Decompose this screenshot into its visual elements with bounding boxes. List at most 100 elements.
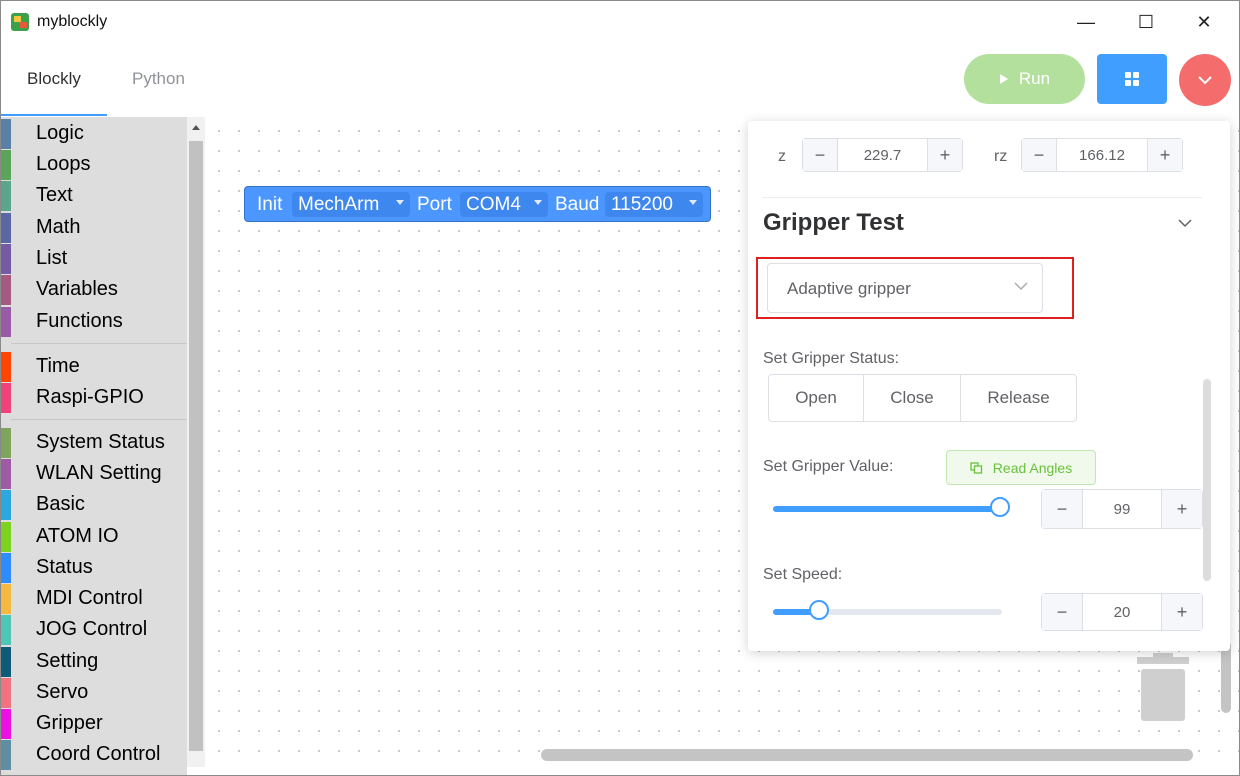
gripper-value-input[interactable]: 99: [1082, 490, 1162, 528]
toolbox-category-wlan-setting[interactable]: WLAN Setting: [1, 459, 187, 489]
category-color-bar: [1, 615, 11, 645]
port-value: COM4: [466, 194, 521, 215]
toolbox-category-list[interactable]: List: [1, 244, 187, 274]
port-dropdown[interactable]: COM4: [460, 192, 548, 217]
category-label: Time: [36, 355, 80, 377]
rz-label: rz: [994, 148, 1008, 165]
arm-dropdown[interactable]: MechArm: [292, 192, 410, 217]
app-window: myblockly — ☐ ✕ Blockly Python Run Logic…: [0, 0, 1240, 776]
z-value[interactable]: 229.7: [837, 139, 928, 171]
z-label: z: [778, 148, 786, 165]
toolbox-category-gripper[interactable]: Gripper: [1, 709, 187, 739]
category-label: Gripper: [36, 712, 103, 734]
category-color-bar: [1, 678, 11, 708]
category-label: JOG Control: [36, 618, 148, 640]
toolbox-category-setting[interactable]: Setting: [1, 647, 187, 677]
workspace-horizontal-scrollbar[interactable]: [541, 749, 1193, 761]
category-label: System Status: [36, 431, 165, 453]
slider-handle[interactable]: [989, 497, 1010, 517]
gripper-value-slider[interactable]: [773, 497, 1010, 517]
maximize-button[interactable]: ☐: [1123, 7, 1169, 37]
category-color-bar: [1, 383, 11, 413]
trash-can-icon[interactable]: [1137, 653, 1189, 723]
toolbox-category-raspi-gpio[interactable]: Raspi-GPIO: [1, 383, 187, 413]
category-label: Coord Control: [36, 743, 161, 765]
copy-icon: [970, 461, 982, 474]
z-decrement-button[interactable]: −: [803, 139, 838, 171]
gripper-value-stepper[interactable]: − 99 +: [1041, 489, 1203, 529]
toolbox-category-mdi-control[interactable]: MDI Control: [1, 584, 187, 614]
speed-slider[interactable]: [773, 600, 1002, 620]
toolbox-category-jog-control[interactable]: JOG Control: [1, 615, 187, 645]
grid-button[interactable]: [1097, 54, 1167, 104]
rz-stepper[interactable]: − 166.12 +: [1021, 138, 1183, 172]
run-button[interactable]: Run: [964, 54, 1085, 104]
gripper-decrement-button[interactable]: −: [1042, 490, 1083, 528]
toolbox-category-atom-io[interactable]: ATOM IO: [1, 522, 187, 552]
speed-value-input[interactable]: 20: [1082, 594, 1162, 630]
speed-label: Set Speed:: [763, 566, 843, 583]
category-color-bar: [1, 459, 11, 489]
gripper-status-label: Set Gripper Status:: [763, 350, 900, 367]
category-color-bar: [1, 119, 11, 149]
toolbox-category-variables[interactable]: Variables: [1, 275, 187, 305]
toolbox-category-system-status[interactable]: System Status: [1, 428, 187, 458]
toolbox-category-logic[interactable]: Logic: [1, 119, 187, 149]
gripper-increment-button[interactable]: +: [1161, 490, 1202, 528]
rz-decrement-button[interactable]: −: [1022, 139, 1057, 171]
toolbox-separator: [11, 343, 187, 344]
z-stepper[interactable]: − 229.7 +: [802, 138, 963, 172]
chevron-down-icon: [1198, 75, 1212, 84]
toolbox-category-time[interactable]: Time: [1, 352, 187, 382]
tab-blockly[interactable]: Blockly: [27, 69, 81, 89]
speed-decrement-button[interactable]: −: [1042, 594, 1083, 630]
grid-icon: [1125, 72, 1139, 86]
close-gripper-button[interactable]: Close: [863, 374, 961, 422]
category-color-bar: [1, 709, 11, 739]
dropdown-button[interactable]: [1179, 54, 1231, 106]
toolbox-category-coord-control[interactable]: Coord Control: [1, 740, 187, 770]
toolbox-category-basic[interactable]: Basic: [1, 490, 187, 520]
panel-scrollbar[interactable]: [1203, 379, 1211, 581]
toolbox-category-status[interactable]: Status: [1, 553, 187, 583]
scroll-up-icon[interactable]: [191, 123, 201, 131]
read-angles-button[interactable]: Read Angles: [946, 450, 1096, 485]
block-init-label: Init: [257, 194, 283, 215]
release-button[interactable]: Release: [960, 374, 1077, 422]
open-button[interactable]: Open: [768, 374, 864, 422]
close-button[interactable]: ✕: [1181, 7, 1227, 37]
category-color-bar: [1, 490, 11, 520]
category-color-bar: [1, 428, 11, 458]
toolbox-scrollbar[interactable]: [187, 117, 205, 767]
category-color-bar: [1, 213, 11, 243]
minimize-button[interactable]: —: [1063, 7, 1109, 37]
toolbox-separator: [11, 419, 187, 420]
rz-increment-button[interactable]: +: [1147, 139, 1182, 171]
toolbox-category-servo[interactable]: Servo: [1, 678, 187, 708]
speed-increment-button[interactable]: +: [1161, 594, 1202, 630]
speed-stepper[interactable]: − 20 +: [1041, 593, 1203, 631]
toolbox-category-functions[interactable]: Functions: [1, 307, 187, 337]
slider-handle[interactable]: [808, 600, 829, 620]
z-increment-button[interactable]: +: [927, 139, 962, 171]
rz-value[interactable]: 166.12: [1056, 139, 1148, 171]
toolbox-category-loops[interactable]: Loops: [1, 150, 187, 180]
toolbox-category-math[interactable]: Math: [1, 213, 187, 243]
category-color-bar: [1, 307, 11, 337]
highlight-box: [756, 257, 1074, 319]
category-label: List: [36, 247, 68, 269]
workspace-vertical-scrollbar[interactable]: [1221, 641, 1231, 713]
collapse-chevron-icon[interactable]: [1178, 219, 1192, 228]
category-label: Servo: [36, 681, 89, 703]
category-label: Basic: [36, 493, 85, 515]
init-mecharm-block[interactable]: Init MechArm Port COM4 Baud 115200: [244, 186, 711, 222]
toolbox-category-text[interactable]: Text: [1, 181, 187, 211]
gripper-value-label: Set Gripper Value:: [763, 458, 894, 475]
baud-dropdown[interactable]: 115200: [605, 192, 703, 217]
category-color-bar: [1, 522, 11, 552]
tab-python[interactable]: Python: [132, 69, 185, 89]
control-panel: z − 229.7 + rz − 166.12 + Gripper Test A…: [748, 121, 1230, 651]
category-label: Status: [36, 556, 93, 578]
category-label: Variables: [36, 278, 118, 300]
toolbox-scroll-thumb[interactable]: [189, 141, 203, 751]
